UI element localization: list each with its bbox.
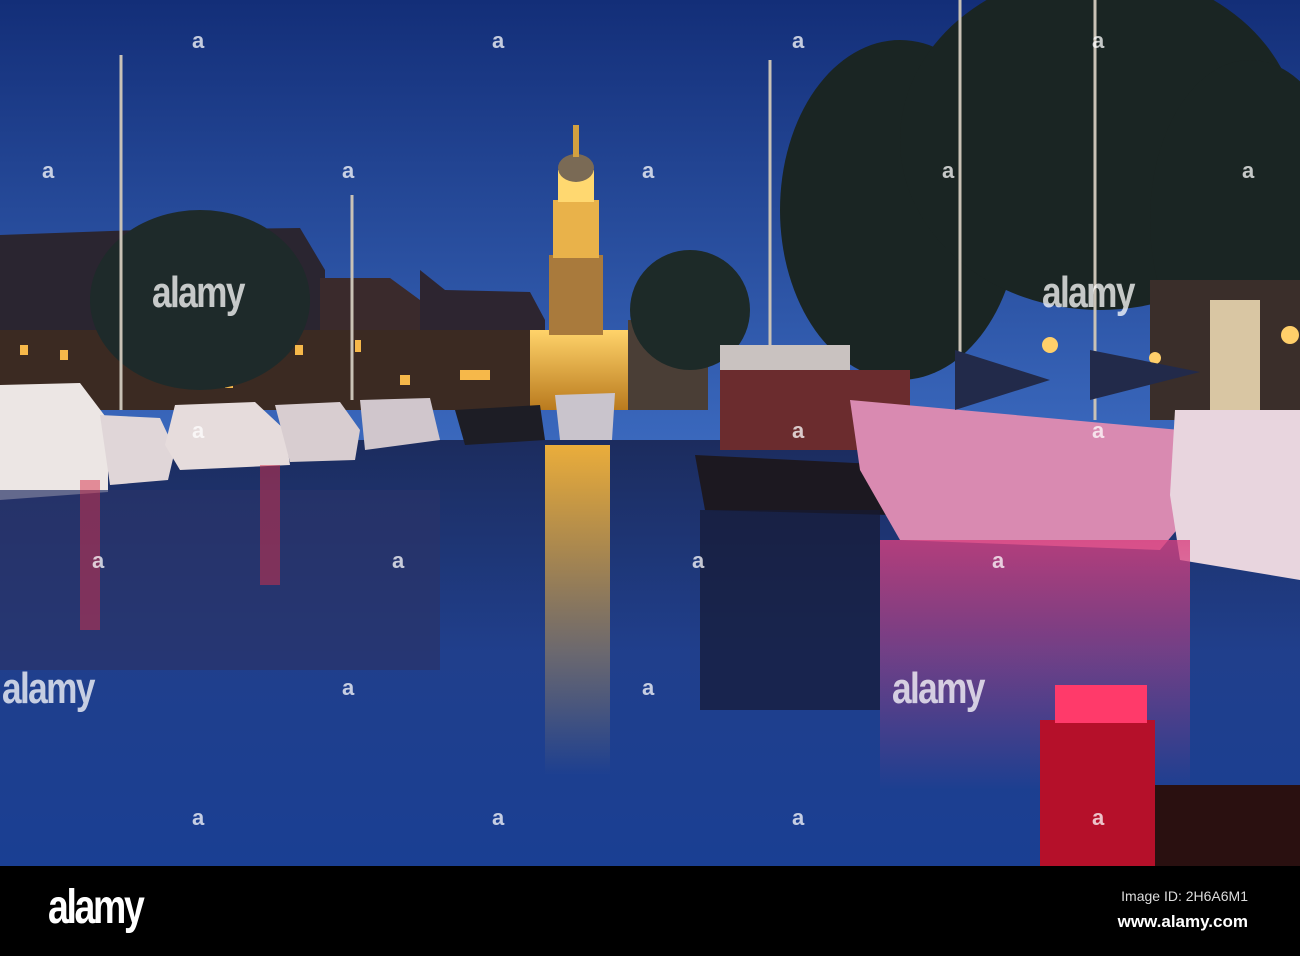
watermark-glyph: a bbox=[342, 675, 355, 700]
left-boats-reflection bbox=[0, 490, 440, 670]
watermark-glyph: a bbox=[792, 805, 805, 830]
watermark-glyph: a bbox=[692, 548, 705, 573]
watermark-glyph: a bbox=[192, 28, 205, 53]
watermark-glyph: a bbox=[192, 805, 205, 830]
watermark-glyph: a bbox=[792, 418, 805, 443]
tower-reflection bbox=[545, 445, 610, 775]
watermark-glyph: a bbox=[1242, 158, 1255, 183]
watermark-glyph: a bbox=[1092, 418, 1105, 443]
watermark-glyph: a bbox=[792, 28, 805, 53]
stock-photo: a a a a a a a a a alamy alamy a a a a a … bbox=[0, 0, 1300, 956]
footer-bar: alamy Image ID: 2H6A6M1 www.alamy.com bbox=[0, 866, 1300, 956]
watermark-glyph: a bbox=[492, 28, 505, 53]
watermark-glyph: a bbox=[1092, 805, 1105, 830]
alamy-logo: alamy bbox=[48, 881, 145, 934]
watermark-glyph: a bbox=[192, 418, 205, 443]
watermark-glyph: a bbox=[1092, 28, 1105, 53]
website-link[interactable]: www.alamy.com bbox=[1118, 912, 1248, 932]
watermark-glyph: a bbox=[342, 158, 355, 183]
dark-boat-reflection bbox=[700, 510, 880, 710]
watermark-word: alamy bbox=[892, 664, 985, 713]
watermark-word: alamy bbox=[2, 664, 95, 713]
watermark-glyph: a bbox=[392, 548, 405, 573]
watermark-glyph: a bbox=[492, 805, 505, 830]
red-light-reflection bbox=[260, 465, 280, 585]
watermark-glyph: a bbox=[42, 158, 55, 183]
watermark-glyph: a bbox=[642, 158, 655, 183]
watermark-word: alamy bbox=[152, 268, 245, 317]
watermark-glyph: a bbox=[992, 548, 1005, 573]
watermark-word: alamy bbox=[1042, 268, 1135, 317]
watermark-glyph: a bbox=[92, 548, 105, 573]
watermark-glyph: a bbox=[942, 158, 955, 183]
image-id: Image ID: 2H6A6M1 bbox=[1121, 888, 1248, 904]
watermark-glyph: a bbox=[642, 675, 655, 700]
